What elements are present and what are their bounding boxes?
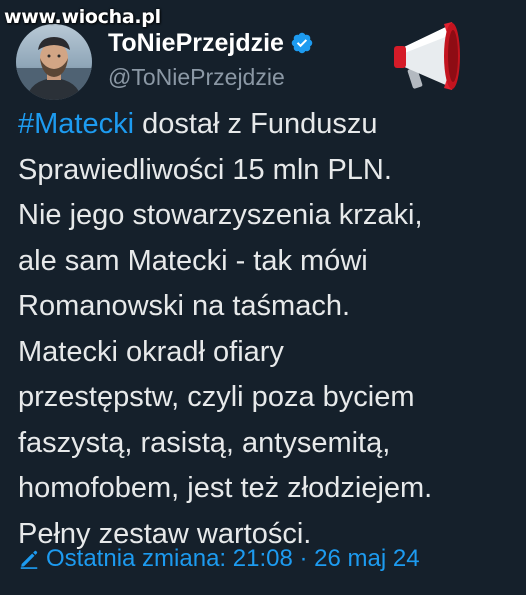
verified-badge-icon — [291, 32, 313, 54]
tweet-line: Sprawiedliwości 15 mln PLN. — [18, 153, 392, 186]
watermark: www.wiocha.pl — [4, 6, 161, 28]
tweet-line: przestępstw, czyli poza byciem — [18, 381, 415, 413]
display-name[interactable]: ToNiePrzejdzie — [108, 28, 314, 58]
handle[interactable]: @ToNiePrzejdzie — [108, 62, 314, 92]
tweet-line: Romanowski na taśmach. — [18, 290, 351, 322]
megaphone-icon — [394, 22, 460, 90]
pencil-icon — [20, 550, 38, 569]
tweet-line: Matecki okradł ofiary — [18, 335, 284, 368]
author-header: ToNiePrzejdzie @ToNiePrzejdzie — [108, 28, 314, 92]
tweet-line-text: dostał z Funduszu — [134, 108, 378, 140]
avatar-photo — [16, 24, 92, 100]
tweet-line: ale sam Matecki - tak mówi — [18, 244, 368, 277]
edited-text[interactable]: Ostatnia zmiana: 21:08 · 26 maj 24 — [46, 545, 420, 573]
hashtag-link[interactable]: #Matecki — [18, 108, 134, 140]
tweet-line: faszystą, rasistą, antysemitą, — [18, 426, 391, 459]
tweet-text: #Matecki dostał z Funduszu Sprawiedliwoś… — [18, 102, 518, 557]
display-name-text[interactable]: ToNiePrzejdzie — [108, 28, 284, 58]
tweet-line: Nie jego stowarzyszenia krzaki, — [18, 199, 423, 231]
tweet-card: www.wiocha.pl ToNiePrzejdzie @ToNiePrzej… — [0, 0, 526, 595]
edit-history-link[interactable]: Ostatnia zmiana: 21:08 · 26 maj 24 — [18, 545, 420, 573]
tweet-line: #Matecki dostał z Funduszu — [18, 102, 518, 148]
tweet-line: homofobem, jest też złodziejem. — [18, 472, 433, 504]
avatar[interactable] — [16, 24, 92, 100]
